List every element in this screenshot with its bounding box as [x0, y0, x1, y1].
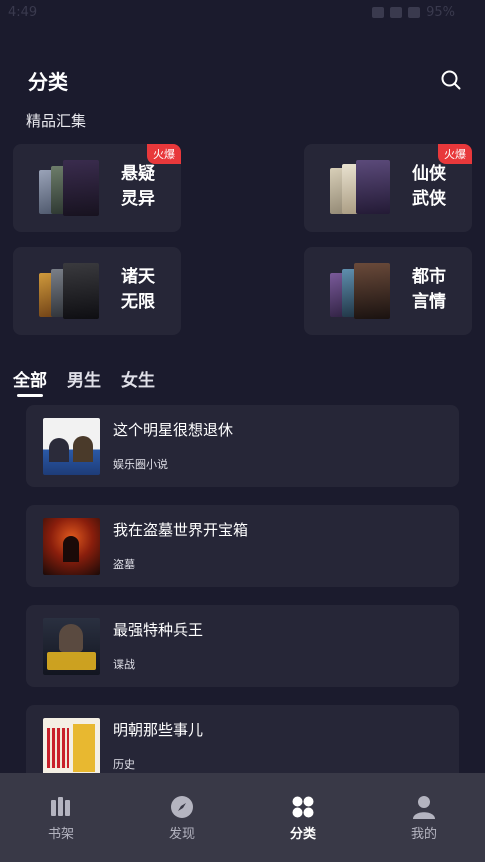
- book-tag: 盗墓: [113, 558, 135, 571]
- category-card-suspense[interactable]: 悬疑灵异 火爆: [13, 144, 181, 232]
- search-button[interactable]: [440, 69, 462, 91]
- compass-icon: [171, 796, 193, 818]
- tab-male[interactable]: 男生: [67, 366, 101, 391]
- book-title: 这个明星很想退休: [113, 421, 234, 439]
- book-title: 最强特种兵王: [113, 621, 204, 639]
- hot-badge: 火爆: [147, 144, 181, 164]
- book-cover: [43, 518, 100, 575]
- nav-bookshelf[interactable]: 书架: [31, 795, 91, 842]
- book-tag: 娱乐圈小说: [113, 458, 168, 471]
- tab-label: 全部: [13, 371, 47, 391]
- tab-female[interactable]: 女生: [121, 366, 155, 391]
- book-list-item[interactable]: 我在盗墓世界开宝箱 盗墓: [26, 505, 459, 587]
- category-covers: [328, 263, 392, 321]
- hot-badge: 火爆: [438, 144, 472, 164]
- signal-icon: [390, 7, 403, 18]
- status-icons: 95%: [372, 5, 455, 20]
- nav-profile[interactable]: 我的: [394, 795, 454, 842]
- page-title: 分类: [28, 70, 68, 94]
- category-covers: [37, 160, 101, 218]
- book-cover: [43, 718, 100, 775]
- battery-level: 95%: [426, 5, 455, 20]
- book-list-item[interactable]: 这个明星很想退休 娱乐圈小说: [26, 405, 459, 487]
- category-grid-icon: [292, 796, 314, 818]
- status-bar: 4:49 95%: [0, 0, 485, 26]
- nav-label: 发现: [168, 827, 195, 842]
- book-title: 我在盗墓世界开宝箱: [113, 521, 249, 539]
- tab-label: 女生: [121, 371, 155, 391]
- active-tab-indicator: [17, 394, 43, 397]
- category-name: 悬疑灵异: [121, 164, 155, 209]
- book-tag: 谍战: [113, 658, 135, 671]
- book-cover: [43, 618, 100, 675]
- nav-discover[interactable]: 发现: [152, 795, 212, 842]
- nav-label: 我的: [410, 827, 437, 842]
- category-card-xianxia[interactable]: 仙侠武侠 火爆: [304, 144, 472, 232]
- battery-icon: [408, 7, 421, 18]
- category-card-infinite[interactable]: 诸天无限: [13, 247, 181, 335]
- tab-all[interactable]: 全部: [13, 366, 47, 397]
- gender-tabs: 全部 男生 女生: [13, 366, 155, 397]
- wifi-icon: [372, 7, 385, 18]
- nav-label: 分类: [289, 827, 316, 842]
- bookshelf-icon: [51, 797, 70, 816]
- category-name: 仙侠武侠: [412, 164, 446, 209]
- category-name: 诸天无限: [121, 267, 155, 312]
- category-covers: [37, 263, 101, 321]
- section-title: 精品汇集: [26, 112, 87, 130]
- nav-label: 书架: [47, 827, 74, 842]
- book-list-item[interactable]: 最强特种兵王 谍战: [26, 605, 459, 687]
- book-title: 明朝那些事儿: [113, 721, 204, 739]
- user-icon: [413, 796, 435, 819]
- book-tag: 历史: [113, 758, 135, 771]
- nav-category[interactable]: 分类: [273, 795, 333, 842]
- status-time: 4:49: [8, 5, 38, 20]
- bottom-navigation: 书架 发现 分类 我的: [0, 773, 485, 862]
- book-cover: [43, 418, 100, 475]
- tab-label: 男生: [67, 371, 101, 391]
- category-covers: [328, 160, 392, 218]
- search-icon: [441, 70, 461, 90]
- category-name: 都市言情: [412, 267, 446, 312]
- category-card-urban[interactable]: 都市言情: [304, 247, 472, 335]
